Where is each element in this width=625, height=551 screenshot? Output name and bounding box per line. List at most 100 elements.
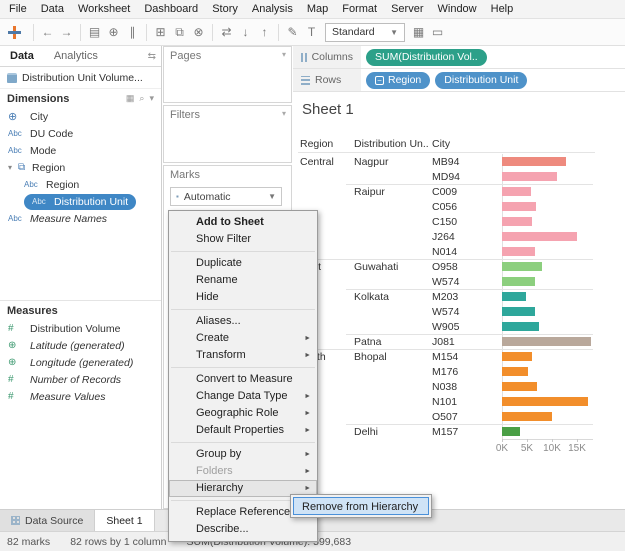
measure-item-distribution-volume[interactable]: # Distribution Volume [0, 320, 161, 337]
menu-item-change-data-type[interactable]: Change Data Type ► [169, 388, 317, 405]
menu-item-aliases[interactable]: Aliases... [169, 313, 317, 330]
menu-item-transform[interactable]: Transform ► [169, 347, 317, 364]
duplicate-icon[interactable]: ⧉ [170, 22, 189, 42]
menu-item-hide[interactable]: Hide [169, 289, 317, 306]
bar-mb94[interactable] [502, 157, 566, 166]
measure-item-latitude-generated[interactable]: ⊕ Latitude (generated) [0, 337, 161, 354]
clear-sheet-icon[interactable]: ⊗ [189, 22, 208, 42]
pane-toggle-icon[interactable]: ⇆ [148, 51, 156, 62]
column-header-city[interactable]: City [432, 138, 450, 150]
bar-c009[interactable] [502, 187, 531, 196]
view-options-icon[interactable]: ▦ [126, 93, 135, 103]
sort-ascending-icon[interactable]: ↓ [236, 22, 255, 42]
new-worksheet-icon[interactable]: ⊞ [151, 22, 170, 42]
presentation-mode-icon[interactable]: ▭ [428, 22, 447, 42]
pause-updates-icon[interactable]: ∥ [123, 22, 142, 42]
menu-item-worksheet[interactable]: Worksheet [71, 0, 137, 19]
bar-w905[interactable] [502, 322, 539, 331]
menu-item-window[interactable]: Window [431, 0, 484, 19]
bar-md94[interactable] [502, 172, 557, 181]
bar-j264[interactable] [502, 232, 577, 241]
swap-icon[interactable]: ⇄ [217, 22, 236, 42]
pill-region[interactable]: − Region [366, 71, 431, 89]
menu-item-data[interactable]: Data [34, 0, 71, 19]
save-icon[interactable]: ▤ [85, 22, 104, 42]
bar-o958[interactable] [502, 262, 542, 271]
menu-item-format[interactable]: Format [335, 0, 384, 19]
dimension-item-du-code[interactable]: Abc DU Code [0, 125, 161, 142]
menu-item-default-properties[interactable]: Default Properties ► [169, 422, 317, 439]
sheet-tab-data-source[interactable]: Data Source [0, 510, 96, 531]
chevron-down-icon[interactable]: ▾ [282, 50, 286, 59]
bar-n101[interactable] [502, 397, 588, 406]
menu-item-story[interactable]: Story [205, 0, 245, 19]
bar-j081[interactable] [502, 337, 591, 346]
bar-o507[interactable] [502, 412, 552, 421]
measure-item-number-of-records[interactable]: # Number of Records [0, 371, 161, 388]
bar-n014[interactable] [502, 247, 535, 256]
menu-item-map[interactable]: Map [300, 0, 335, 19]
menu-item-help[interactable]: Help [484, 0, 521, 19]
bar-m157[interactable] [502, 427, 520, 436]
find-field-icon[interactable]: ⌕ [139, 93, 144, 103]
menu-item-remove-from-hierarchy[interactable]: Remove from Hierarchy [293, 497, 429, 515]
menu-item-server[interactable]: Server [384, 0, 430, 19]
axis-tick-5k: 5K [514, 439, 540, 454]
dimension-item-distribution-unit[interactable]: Abc Distribution Unit [0, 193, 161, 210]
add-data-source-icon[interactable]: ⊕ [104, 22, 123, 42]
tab-data[interactable]: Data [0, 46, 44, 67]
city-label: N038 [432, 380, 458, 393]
dimension-item-measure-names[interactable]: Abc Measure Names [0, 210, 161, 227]
menu-item-dashboard[interactable]: Dashboard [137, 0, 205, 19]
menu-item-analysis[interactable]: Analysis [245, 0, 300, 19]
forward-icon[interactable]: → [57, 22, 76, 42]
dimension-item-mode[interactable]: Abc Mode [0, 142, 161, 159]
menu-item-create[interactable]: Create ► [169, 330, 317, 347]
column-header-distribution-unit[interactable]: Distribution Un.. [354, 138, 429, 150]
sort-descending-icon[interactable]: ↑ [255, 22, 274, 42]
menu-item-show-filter[interactable]: Show Filter [169, 231, 317, 248]
expand-caret-icon[interactable]: ▾ [8, 163, 18, 172]
bar-m154[interactable] [502, 352, 532, 361]
collapse-hierarchy-icon[interactable]: − [375, 75, 384, 85]
menu-item-group-by[interactable]: Group by ► [169, 446, 317, 463]
tab-analytics[interactable]: Analytics [44, 46, 108, 67]
data-source-item[interactable]: Distribution Unit Volume... [0, 67, 161, 89]
menu-item-describe[interactable]: Describe... [169, 521, 317, 538]
chevron-down-icon[interactable]: ▾ [282, 109, 286, 118]
menu-item-duplicate[interactable]: Duplicate [169, 255, 317, 272]
x-axis[interactable]: 0K 5K 10K 15K [293, 439, 603, 457]
dimension-item-city[interactable]: ⊕ City [0, 108, 161, 125]
bar-m203[interactable] [502, 292, 526, 301]
mark-type-dropdown[interactable]: ▪ Automatic ▼ [170, 187, 282, 206]
show-labels-icon[interactable]: T [302, 22, 321, 42]
measure-item-measure-values[interactable]: # Measure Values [0, 388, 161, 405]
bar-m176[interactable] [502, 367, 528, 376]
pill-distribution-unit[interactable]: Distribution Unit [435, 71, 528, 89]
highlight-icon[interactable]: ✎ [283, 22, 302, 42]
menu-item-geographic-role[interactable]: Geographic Role ► [169, 405, 317, 422]
bar-c056[interactable] [502, 202, 536, 211]
menu-item-add-to-sheet[interactable]: Add to Sheet [169, 214, 317, 231]
sheet-tab-sheet-1[interactable]: Sheet 1 [95, 510, 155, 531]
pill-sum-distribution-vol[interactable]: SUM(Distribution Vol.. [366, 48, 487, 66]
selected-field-pill[interactable]: Abc Distribution Unit [24, 193, 137, 210]
menu-item-folders[interactable]: Folders ► [169, 463, 317, 480]
worksheet-view: Sheet 1 Region Distribution Un.. City Ce… [293, 92, 625, 509]
menu-item-convert-to-measure[interactable]: Convert to Measure [169, 371, 317, 388]
abc-icon: Abc [8, 214, 22, 223]
menu-item-file[interactable]: File [2, 0, 34, 19]
show-me-icon[interactable]: ▦ [409, 22, 428, 42]
back-icon[interactable]: ← [38, 22, 57, 42]
bar-w574[interactable] [502, 307, 535, 316]
bar-n038[interactable] [502, 382, 537, 391]
bar-w574[interactable] [502, 277, 535, 286]
menu-item-rename[interactable]: Rename [169, 272, 317, 289]
measure-item-longitude-generated[interactable]: ⊕ Longitude (generated) [0, 354, 161, 371]
fit-selector[interactable]: Standard ▼ [325, 22, 405, 42]
chevron-down-icon[interactable]: ▾ [149, 93, 154, 103]
dimension-item-region[interactable]: ▾ ⧉ Region [0, 159, 161, 176]
bar-c150[interactable] [502, 217, 532, 226]
dimension-item-region[interactable]: Abc Region [0, 176, 161, 193]
column-header-region[interactable]: Region [300, 138, 333, 150]
